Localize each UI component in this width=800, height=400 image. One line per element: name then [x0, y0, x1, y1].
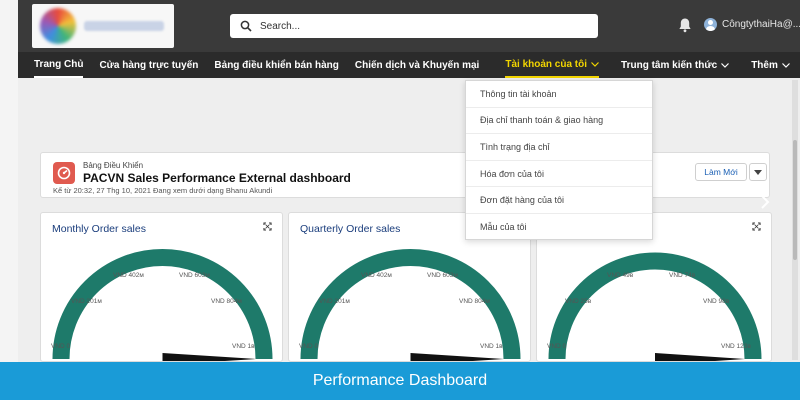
gauge-chart: VND 0 VND 201м VND 402м VND 603м VND 804…: [299, 249, 521, 361]
gauge-tile: Monthly Order sales VND 0 VND 201м VND 4…: [40, 212, 283, 362]
gauge-needle: [655, 353, 745, 361]
gauge-tick-label: VND 1в: [232, 343, 255, 350]
nav-item-online-store[interactable]: Cửa hàng trực tuyến: [99, 52, 198, 78]
gauge-tick-label: VND 402м: [113, 272, 144, 279]
dashboard-menu-button[interactable]: [749, 163, 767, 181]
search-icon: [240, 20, 252, 32]
gauge-tick-label: VND 201м: [319, 298, 350, 305]
caret-down-icon: [754, 169, 762, 175]
gauge-tick-label: VND 1в: [480, 343, 503, 350]
nav-label: Cửa hàng trực tuyến: [99, 59, 199, 71]
chevron-right-icon[interactable]: [760, 195, 770, 209]
gauge-tick-label: VND 0: [547, 343, 567, 350]
menu-item-my-invoices[interactable]: Hóa đơn của tôi: [466, 161, 652, 188]
gauge-tick-label: VND 49в: [607, 272, 634, 279]
user-menu[interactable]: CôngtythaiHa@...: [704, 18, 800, 31]
logo-wordmark: [84, 21, 164, 31]
search-box[interactable]: [230, 14, 598, 38]
dashboard-subtitle: Bảng Điều Khiển: [83, 161, 144, 170]
menu-item-my-orders[interactable]: Đơn đặt hàng của tôi: [466, 187, 652, 214]
gauge-tick-label: VND 201м: [71, 298, 102, 305]
top-header: CôngtythaiHa@...: [18, 0, 800, 52]
dashboard-header: Bảng Điều Khiển PACVN Sales Performance …: [40, 152, 770, 198]
menu-item-account-info[interactable]: Thông tin tài khoản: [466, 81, 652, 108]
company-logo[interactable]: [32, 4, 174, 48]
gauge-tick-label: VND 0: [51, 343, 71, 350]
main-nav: Trang Chủ Cửa hàng trực tuyến Bảng điều …: [18, 52, 800, 78]
scrollbar[interactable]: [792, 80, 798, 360]
gauge-tick-label: VND 74в: [669, 272, 696, 279]
scrollbar-thumb[interactable]: [793, 140, 797, 260]
bell-icon[interactable]: [678, 17, 692, 33]
gauge-tick-label: VND 603м: [427, 272, 458, 279]
dashboard-icon: [53, 162, 75, 184]
caption-banner: Performance Dashboard: [0, 362, 800, 400]
expand-icon[interactable]: [263, 222, 272, 231]
user-name: CôngtythaiHa@...: [722, 19, 800, 30]
gauge-tick-label: VND 25в: [565, 298, 592, 305]
gauge-tick-label: VND 603м: [179, 272, 210, 279]
nav-label: Tài khoản của tôi: [505, 58, 588, 70]
chevron-down-icon: [591, 61, 599, 67]
avatar: [704, 18, 717, 31]
gauge-tick-label: VND 804м: [211, 298, 242, 305]
nav-item-knowledge-center[interactable]: Trung tâm kiến thức: [621, 52, 730, 78]
caption-text: Performance Dashboard: [312, 372, 488, 389]
tile-title: Quarterly Order sales: [300, 223, 401, 235]
nav-label: Chiến dịch và Khuyến mại: [354, 59, 480, 71]
refresh-button[interactable]: Làm Mới: [695, 163, 747, 181]
menu-item-my-templates[interactable]: Mẫu của tôi: [466, 214, 652, 241]
chevron-down-icon: [781, 62, 790, 68]
gauge-needle: [410, 353, 504, 361]
left-gutter: [0, 0, 18, 362]
my-account-dropdown: Thông tin tài khoản Địa chỉ thanh toán &…: [465, 80, 653, 240]
logo-mark: [40, 8, 76, 44]
chevron-down-icon: [721, 62, 730, 68]
nav-item-my-account[interactable]: Tài khoản của tôi: [505, 52, 600, 78]
nav-label: Bảng điều khiển bán hàng: [214, 59, 339, 71]
nav-label: Trung tâm kiến thức: [621, 59, 718, 71]
menu-item-billing-shipping-address[interactable]: Địa chỉ thanh toán & giao hàng: [466, 108, 652, 135]
nav-item-more[interactable]: Thêm: [751, 52, 790, 78]
gauge-tick-label: VND 0: [299, 343, 319, 350]
menu-item-address-status[interactable]: Tình trạng địa chỉ: [466, 134, 652, 161]
gauge-tick-label: VND 804м: [459, 298, 490, 305]
gauge-tick-label: VND 123в: [721, 343, 751, 350]
gauge-tick-label: VND 98в: [703, 298, 730, 305]
nav-item-sales-dashboard[interactable]: Bảng điều khiển bán hàng: [214, 52, 338, 78]
app-window: CôngtythaiHa@... Trang Chủ Cửa hàng trực…: [18, 0, 800, 362]
search-input[interactable]: [260, 20, 580, 32]
gauge-needle: [162, 353, 256, 361]
nav-label: Trang Chủ: [34, 58, 84, 70]
nav-item-home[interactable]: Trang Chủ: [34, 52, 84, 78]
gauge-tick-label: VND 402м: [361, 272, 392, 279]
dashboard-meta: Kể từ 20:32, 27 Thg 10, 2021 Đang xem dư…: [53, 186, 273, 195]
dashboard-title: PACVN Sales Performance External dashboa…: [83, 171, 351, 185]
nav-label: Thêm: [751, 59, 778, 71]
expand-icon[interactable]: [752, 222, 761, 231]
tile-title: Monthly Order sales: [52, 223, 146, 235]
nav-item-campaigns[interactable]: Chiến dịch và Khuyến mại: [355, 52, 479, 78]
gauge-chart: VND 0 VND 25в VND 49в VND 74в VND 98в VN…: [547, 252, 762, 361]
gauge-chart: VND 0 VND 201м VND 402м VND 603м VND 804…: [51, 249, 273, 361]
